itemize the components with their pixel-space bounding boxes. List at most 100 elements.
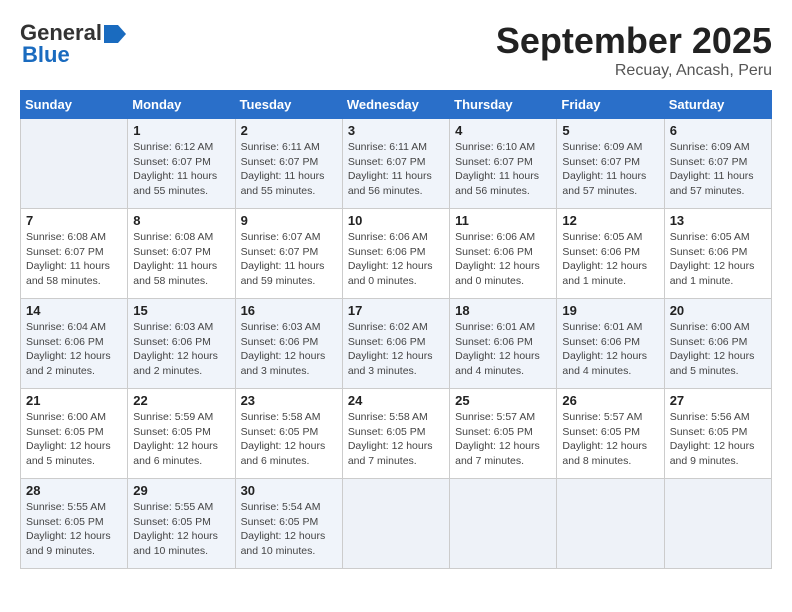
logo-text-blue: Blue <box>22 42 70 68</box>
day-number: 18 <box>455 303 551 318</box>
calendar-cell: 25 Sunrise: 5:57 AM Sunset: 6:05 PM Dayli… <box>450 389 557 479</box>
calendar-cell <box>21 119 128 209</box>
day-number: 30 <box>241 483 337 498</box>
day-info: Sunrise: 6:07 AM Sunset: 6:07 PM Dayligh… <box>241 230 337 289</box>
calendar-header-monday: Monday <box>128 91 235 119</box>
day-info: Sunrise: 6:05 AM Sunset: 6:06 PM Dayligh… <box>670 230 766 289</box>
day-number: 6 <box>670 123 766 138</box>
day-number: 1 <box>133 123 229 138</box>
calendar-cell: 20Sunrise: 6:00 AM Sunset: 6:06 PM Dayli… <box>664 299 771 389</box>
day-info: Sunrise: 5:55 AM Sunset: 6:05 PM Dayligh… <box>26 500 122 559</box>
day-number: 20 <box>670 303 766 318</box>
day-number: 14 <box>26 303 122 318</box>
calendar-cell: 27 Sunrise: 5:56 AM Sunset: 6:05 PM Dayli… <box>664 389 771 479</box>
calendar-cell <box>557 479 664 569</box>
day-info: Sunrise: 5:58 AM Sunset: 6:05 PM Dayligh… <box>241 410 337 469</box>
day-info: Sunrise: 6:05 AM Sunset: 6:06 PM Dayligh… <box>562 230 658 289</box>
day-number: 12 <box>562 213 658 228</box>
page-header: General Blue September 2025 Recuay, Anca… <box>20 20 772 80</box>
day-info: Sunrise: 5:57 AM Sunset: 6:05 PM Dayligh… <box>562 410 658 469</box>
day-number: 10 <box>348 213 444 228</box>
day-number: 5 <box>562 123 658 138</box>
day-number: 25 <box>455 393 551 408</box>
day-number: 4 <box>455 123 551 138</box>
calendar-cell: 18Sunrise: 6:01 AM Sunset: 6:06 PM Dayli… <box>450 299 557 389</box>
day-info: Sunrise: 6:10 AM Sunset: 6:07 PM Dayligh… <box>455 140 551 199</box>
day-info: Sunrise: 5:57 AM Sunset: 6:05 PM Dayligh… <box>455 410 551 469</box>
day-info: Sunrise: 6:09 AM Sunset: 6:07 PM Dayligh… <box>670 140 766 199</box>
day-info: Sunrise: 6:02 AM Sunset: 6:06 PM Dayligh… <box>348 320 444 379</box>
calendar-cell: 29Sunrise: 5:55 AM Sunset: 6:05 PM Dayli… <box>128 479 235 569</box>
calendar-cell: 13 Sunrise: 6:05 AM Sunset: 6:06 PM Dayli… <box>664 209 771 299</box>
calendar-header-saturday: Saturday <box>664 91 771 119</box>
calendar-cell: 24 Sunrise: 5:58 AM Sunset: 6:05 PM Dayli… <box>342 389 449 479</box>
calendar-table: SundayMondayTuesdayWednesdayThursdayFrid… <box>20 90 772 569</box>
calendar-header-thursday: Thursday <box>450 91 557 119</box>
calendar-header-row: SundayMondayTuesdayWednesdayThursdayFrid… <box>21 91 772 119</box>
calendar-week-row: 1 Sunrise: 6:12 AM Sunset: 6:07 PM Daylig… <box>21 119 772 209</box>
day-info: Sunrise: 6:12 AM Sunset: 6:07 PM Dayligh… <box>133 140 229 199</box>
day-number: 22 <box>133 393 229 408</box>
day-number: 28 <box>26 483 122 498</box>
calendar-cell: 6 Sunrise: 6:09 AM Sunset: 6:07 PM Daylig… <box>664 119 771 209</box>
day-info: Sunrise: 6:08 AM Sunset: 6:07 PM Dayligh… <box>26 230 122 289</box>
logo: General Blue <box>20 20 126 68</box>
calendar-cell: 1 Sunrise: 6:12 AM Sunset: 6:07 PM Daylig… <box>128 119 235 209</box>
calendar-cell: 23 Sunrise: 5:58 AM Sunset: 6:05 PM Dayli… <box>235 389 342 479</box>
day-info: Sunrise: 6:11 AM Sunset: 6:07 PM Dayligh… <box>348 140 444 199</box>
calendar-week-row: 21 Sunrise: 6:00 AM Sunset: 6:05 PM Dayli… <box>21 389 772 479</box>
calendar-cell: 2 Sunrise: 6:11 AM Sunset: 6:07 PM Daylig… <box>235 119 342 209</box>
day-number: 13 <box>670 213 766 228</box>
calendar-cell <box>664 479 771 569</box>
day-number: 7 <box>26 213 122 228</box>
calendar-week-row: 14 Sunrise: 6:04 AM Sunset: 6:06 PM Dayli… <box>21 299 772 389</box>
month-title: September 2025 <box>496 20 772 62</box>
calendar-cell: 16Sunrise: 6:03 AM Sunset: 6:06 PM Dayli… <box>235 299 342 389</box>
day-number: 26 <box>562 393 658 408</box>
calendar-cell: 21 Sunrise: 6:00 AM Sunset: 6:05 PM Dayli… <box>21 389 128 479</box>
day-info: Sunrise: 6:00 AM Sunset: 6:05 PM Dayligh… <box>26 410 122 469</box>
day-number: 17 <box>348 303 444 318</box>
day-number: 2 <box>241 123 337 138</box>
day-info: Sunrise: 6:08 AM Sunset: 6:07 PM Dayligh… <box>133 230 229 289</box>
calendar-cell: 10Sunrise: 6:06 AM Sunset: 6:06 PM Dayli… <box>342 209 449 299</box>
day-info: Sunrise: 6:06 AM Sunset: 6:06 PM Dayligh… <box>455 230 551 289</box>
calendar-header-sunday: Sunday <box>21 91 128 119</box>
day-info: Sunrise: 5:58 AM Sunset: 6:05 PM Dayligh… <box>348 410 444 469</box>
day-info: Sunrise: 6:11 AM Sunset: 6:07 PM Dayligh… <box>241 140 337 199</box>
calendar-cell: 14 Sunrise: 6:04 AM Sunset: 6:06 PM Dayli… <box>21 299 128 389</box>
calendar-header-tuesday: Tuesday <box>235 91 342 119</box>
day-number: 29 <box>133 483 229 498</box>
calendar-header-friday: Friday <box>557 91 664 119</box>
logo-icon <box>104 25 126 43</box>
day-number: 3 <box>348 123 444 138</box>
day-number: 23 <box>241 393 337 408</box>
day-info: Sunrise: 6:03 AM Sunset: 6:06 PM Dayligh… <box>133 320 229 379</box>
day-info: Sunrise: 6:04 AM Sunset: 6:06 PM Dayligh… <box>26 320 122 379</box>
calendar-cell <box>450 479 557 569</box>
calendar-cell: 12 Sunrise: 6:05 AM Sunset: 6:06 PM Dayli… <box>557 209 664 299</box>
day-info: Sunrise: 5:56 AM Sunset: 6:05 PM Dayligh… <box>670 410 766 469</box>
calendar-cell: 15 Sunrise: 6:03 AM Sunset: 6:06 PM Dayli… <box>128 299 235 389</box>
calendar-cell <box>342 479 449 569</box>
calendar-header-wednesday: Wednesday <box>342 91 449 119</box>
calendar-cell: 9Sunrise: 6:07 AM Sunset: 6:07 PM Daylig… <box>235 209 342 299</box>
calendar-cell: 8 Sunrise: 6:08 AM Sunset: 6:07 PM Daylig… <box>128 209 235 299</box>
day-info: Sunrise: 6:01 AM Sunset: 6:06 PM Dayligh… <box>562 320 658 379</box>
calendar-week-row: 28 Sunrise: 5:55 AM Sunset: 6:05 PM Dayli… <box>21 479 772 569</box>
day-number: 21 <box>26 393 122 408</box>
calendar-cell: 3 Sunrise: 6:11 AM Sunset: 6:07 PM Daylig… <box>342 119 449 209</box>
calendar-cell: 22Sunrise: 5:59 AM Sunset: 6:05 PM Dayli… <box>128 389 235 479</box>
calendar-cell: 19Sunrise: 6:01 AM Sunset: 6:06 PM Dayli… <box>557 299 664 389</box>
day-info: Sunrise: 5:54 AM Sunset: 6:05 PM Dayligh… <box>241 500 337 559</box>
calendar-cell: 28 Sunrise: 5:55 AM Sunset: 6:05 PM Dayli… <box>21 479 128 569</box>
day-number: 24 <box>348 393 444 408</box>
title-block: September 2025 Recuay, Ancash, Peru <box>496 20 772 80</box>
calendar-cell: 5Sunrise: 6:09 AM Sunset: 6:07 PM Daylig… <box>557 119 664 209</box>
calendar-cell: 11Sunrise: 6:06 AM Sunset: 6:06 PM Dayli… <box>450 209 557 299</box>
day-number: 8 <box>133 213 229 228</box>
day-number: 15 <box>133 303 229 318</box>
day-number: 27 <box>670 393 766 408</box>
calendar-cell: 17 Sunrise: 6:02 AM Sunset: 6:06 PM Dayli… <box>342 299 449 389</box>
day-info: Sunrise: 6:03 AM Sunset: 6:06 PM Dayligh… <box>241 320 337 379</box>
